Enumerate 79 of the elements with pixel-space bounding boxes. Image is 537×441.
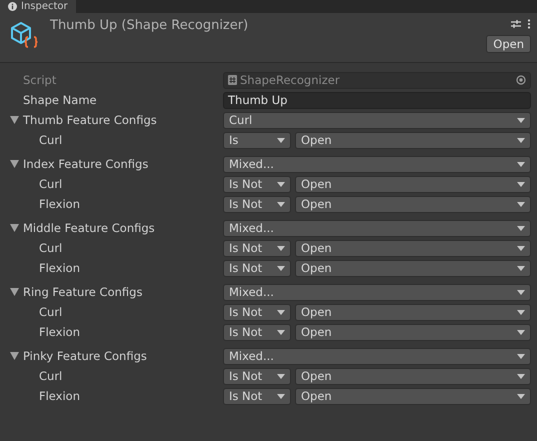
caret-icon xyxy=(517,394,525,398)
dropdown[interactable]: Mixed... xyxy=(223,156,531,172)
foldout-label[interactable]: Index Feature Configs xyxy=(23,157,148,171)
caret-icon xyxy=(517,226,525,230)
caret-icon xyxy=(277,310,285,314)
foldout-arrow-icon[interactable] xyxy=(10,160,19,168)
caret-icon xyxy=(277,394,285,398)
dropdown[interactable]: Is Not xyxy=(223,304,291,320)
caret-icon xyxy=(517,266,525,270)
caret-icon xyxy=(277,266,285,270)
dropdown[interactable]: Is xyxy=(223,132,291,148)
sliders-icon[interactable] xyxy=(511,19,521,29)
foldout-arrow-icon[interactable] xyxy=(10,288,19,296)
dropdown[interactable]: Is Not xyxy=(223,260,291,276)
field-label: Flexion xyxy=(38,261,80,275)
caret-icon xyxy=(517,202,525,206)
field-label: Curl xyxy=(38,177,62,191)
field-label: Curl xyxy=(38,133,62,147)
script-file-icon xyxy=(228,75,237,85)
caret-icon xyxy=(517,330,525,334)
caret-icon xyxy=(277,246,285,250)
dropdown[interactable]: Open xyxy=(295,132,531,148)
dropdown[interactable]: Open xyxy=(295,324,531,340)
dropdown[interactable]: Open xyxy=(295,388,531,404)
dropdown[interactable]: Is Not xyxy=(223,196,291,212)
dropdown[interactable]: Mixed... xyxy=(223,348,531,364)
caret-icon xyxy=(517,138,525,142)
dropdown[interactable]: Open xyxy=(295,196,531,212)
field-label: Flexion xyxy=(38,197,80,211)
caret-icon xyxy=(517,118,525,122)
inspector-tab[interactable]: Inspector xyxy=(0,0,76,13)
dropdown[interactable]: Is Not xyxy=(223,368,291,384)
foldout-arrow-icon[interactable] xyxy=(10,116,19,124)
more-icon[interactable] xyxy=(527,19,531,29)
dropdown[interactable]: Is Not xyxy=(223,176,291,192)
dropdown[interactable]: Mixed... xyxy=(223,220,531,236)
foldout-arrow-icon[interactable] xyxy=(10,224,19,232)
dropdown[interactable]: Open xyxy=(295,368,531,384)
caret-icon xyxy=(277,374,285,378)
caret-icon xyxy=(517,290,525,294)
field-label: Flexion xyxy=(38,325,80,339)
script-field[interactable]: ShapeRecognizer xyxy=(223,72,531,88)
caret-icon xyxy=(277,138,285,142)
cube-script-icon xyxy=(10,20,38,50)
component-title: Thumb Up (Shape Recognizer) xyxy=(49,17,250,35)
info-icon xyxy=(8,2,17,11)
caret-icon xyxy=(517,310,525,314)
caret-icon xyxy=(277,330,285,334)
caret-icon xyxy=(517,162,525,166)
field-label: Curl xyxy=(38,369,62,383)
field-label: Shape Name xyxy=(22,93,97,107)
field-label: Script xyxy=(22,73,56,87)
caret-icon xyxy=(517,246,525,250)
caret-icon xyxy=(277,202,285,206)
open-button[interactable]: Open xyxy=(486,35,531,53)
dropdown[interactable]: Open xyxy=(295,240,531,256)
dropdown[interactable]: Is Not xyxy=(223,240,291,256)
foldout-arrow-icon[interactable] xyxy=(10,352,19,360)
tab-label: Inspector xyxy=(21,0,68,12)
foldout-label[interactable]: Thumb Feature Configs xyxy=(23,113,157,127)
caret-icon xyxy=(517,374,525,378)
object-picker-icon[interactable] xyxy=(516,75,526,85)
dropdown[interactable]: Open xyxy=(295,304,531,320)
dropdown[interactable]: Is Not xyxy=(223,324,291,340)
dropdown[interactable]: Open xyxy=(295,260,531,276)
caret-icon xyxy=(517,354,525,358)
dropdown[interactable]: Is Not xyxy=(223,388,291,404)
foldout-label[interactable]: Ring Feature Configs xyxy=(23,285,142,299)
caret-icon xyxy=(277,182,285,186)
foldout-label[interactable]: Middle Feature Configs xyxy=(23,221,155,235)
foldout-label[interactable]: Pinky Feature Configs xyxy=(23,349,147,363)
dropdown[interactable]: Curl xyxy=(223,112,531,128)
caret-icon xyxy=(517,182,525,186)
text-field[interactable]: Thumb Up xyxy=(223,92,531,108)
field-label: Curl xyxy=(38,241,62,255)
dropdown[interactable]: Open xyxy=(295,176,531,192)
field-label: Flexion xyxy=(38,389,80,403)
dropdown[interactable]: Mixed... xyxy=(223,284,531,300)
field-label: Curl xyxy=(38,305,62,319)
